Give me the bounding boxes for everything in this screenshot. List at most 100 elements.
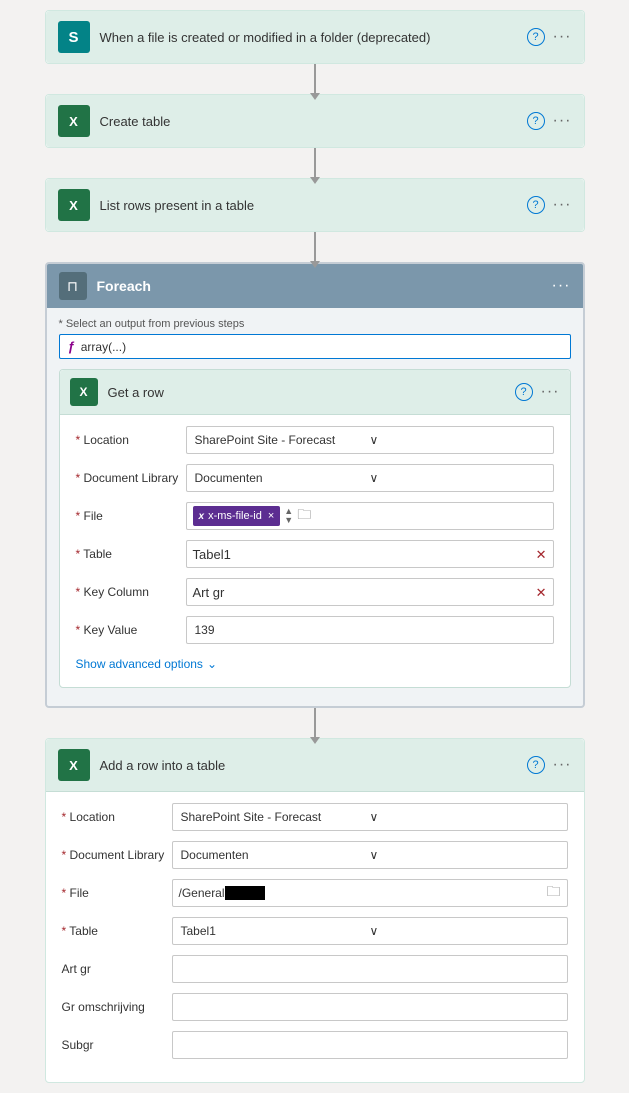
get-row-file-row: File x x-ms-file-id × ▲ ▼ 🗀: [76, 501, 554, 531]
get-row-icon: X: [70, 378, 98, 406]
add-row-doclibrary-label: Document Library: [62, 848, 172, 862]
add-row-gromschrijving-row: Gr omschrijving: [62, 992, 568, 1022]
add-row-file-value: /General: [179, 886, 265, 900]
get-row-file-input[interactable]: x x-ms-file-id × ▲ ▼ 🗀: [186, 502, 554, 530]
add-row-title: Add a row into a table: [100, 758, 527, 773]
get-row-doclibrary-dropdown[interactable]: Documenten ∨: [186, 464, 554, 492]
add-row-location-row: Location SharePoint Site - Forecast ∨: [62, 802, 568, 832]
step3-title: List rows present in a table: [100, 198, 527, 213]
foreach-select-value[interactable]: ƒ array(...): [59, 334, 571, 359]
step3-more-button[interactable]: ···: [553, 196, 572, 214]
add-row-doclibrary-value: Documenten: [181, 848, 370, 862]
connector-2: [314, 148, 316, 178]
foreach-body: * Select an output from previous steps ƒ…: [47, 318, 583, 688]
foreach-select-label: * Select an output from previous steps: [59, 318, 571, 330]
add-row-table-dropdown[interactable]: Tabel1 ∨: [172, 917, 568, 945]
foreach-more-button[interactable]: ···: [552, 277, 571, 295]
step2-actions: ? ···: [527, 112, 572, 130]
get-row-table-value: Tabel1: [193, 547, 231, 562]
step1-card: S When a file is created or modified in …: [45, 10, 585, 64]
func-icon: ƒ: [68, 339, 75, 354]
get-row-location-value: SharePoint Site - Forecast: [195, 433, 370, 447]
get-row-keycolumn-clear[interactable]: ✕: [536, 586, 547, 599]
get-row-header: X Get a row ? ···: [60, 370, 570, 415]
add-row-artgr-input[interactable]: [172, 955, 568, 983]
get-row-card: X Get a row ? ··· Location: [59, 369, 571, 688]
get-row-form: Location SharePoint Site - Forecast ∨ Do…: [60, 415, 570, 687]
step3-icon: X: [58, 189, 90, 221]
get-row-keycolumn-value: Art gr: [193, 585, 225, 600]
get-row-more-button[interactable]: ···: [541, 383, 560, 401]
get-row-table-row: Table Tabel1 ✕: [76, 539, 554, 569]
add-row-location-chevron: ∨: [370, 810, 559, 824]
get-row-table-label: Table: [76, 547, 186, 561]
add-row-table-label: Table: [62, 924, 172, 938]
get-row-doclibrary-row: Document Library Documenten ∨: [76, 463, 554, 493]
get-row-location-dropdown[interactable]: SharePoint Site - Forecast ∨: [186, 426, 554, 454]
foreach-actions: ···: [552, 277, 571, 295]
add-row-file-input[interactable]: /General 🗀: [172, 879, 568, 907]
add-row-artgr-label: Art gr: [62, 962, 172, 976]
add-row-more-button[interactable]: ···: [553, 756, 572, 774]
add-row-gromschrijving-label: Gr omschrijving: [62, 1000, 172, 1014]
connector-3: [314, 232, 316, 262]
add-row-table-value: Tabel1: [181, 924, 370, 938]
step2-help-button[interactable]: ?: [527, 112, 545, 130]
connector-4: [314, 708, 316, 738]
step1-title: When a file is created or modified in a …: [100, 30, 527, 45]
get-row-file-label: File: [76, 509, 186, 523]
step1-icon: S: [58, 21, 90, 53]
step2-card: X Create table ? ···: [45, 94, 585, 148]
step3-card: X List rows present in a table ? ···: [45, 178, 585, 232]
get-row-file-token: x x-ms-file-id ×: [193, 506, 281, 526]
foreach-title: Foreach: [97, 278, 552, 294]
get-row-keyvalue-row: Key Value: [76, 615, 554, 645]
folder-icon[interactable]: 🗀: [297, 504, 311, 528]
get-row-keyvalue-input[interactable]: [186, 616, 554, 644]
connector-1: [314, 64, 316, 94]
add-row-doclibrary-row: Document Library Documenten ∨: [62, 840, 568, 870]
add-row-doclibrary-chevron: ∨: [370, 848, 559, 862]
step3-actions: ? ···: [527, 196, 572, 214]
foreach-container: ⊓ Foreach ··· * Select an output from pr…: [45, 262, 585, 708]
add-row-file-label: File: [62, 886, 172, 900]
add-row-table-row: Table Tabel1 ∨: [62, 916, 568, 946]
add-row-table-chevron: ∨: [370, 924, 559, 938]
get-row-keyvalue-label: Key Value: [76, 623, 186, 637]
add-row-location-value: SharePoint Site - Forecast: [181, 810, 370, 824]
down-arrow-icon[interactable]: ▼: [284, 516, 293, 525]
add-row-artgr-row: Art gr: [62, 954, 568, 984]
step3-header: X List rows present in a table ? ···: [46, 179, 584, 231]
get-row-actions: ? ···: [515, 383, 560, 401]
foreach-icon: ⊓: [59, 272, 87, 300]
foreach-value: array(...): [81, 340, 126, 354]
add-row-location-label: Location: [62, 810, 172, 824]
get-row-table-clear[interactable]: ✕: [536, 548, 547, 561]
add-row-form: Location SharePoint Site - Forecast ∨ Do…: [46, 792, 584, 1082]
show-advanced-options[interactable]: Show advanced options ⌄: [76, 653, 554, 673]
show-advanced-chevron: ⌄: [207, 657, 217, 671]
add-row-location-dropdown[interactable]: SharePoint Site - Forecast ∨: [172, 803, 568, 831]
add-row-doclibrary-dropdown[interactable]: Documenten ∨: [172, 841, 568, 869]
step1-more-button[interactable]: ···: [553, 28, 572, 46]
get-row-help-button[interactable]: ?: [515, 383, 533, 401]
step3-help-button[interactable]: ?: [527, 196, 545, 214]
get-row-table-input[interactable]: Tabel1 ✕: [186, 540, 554, 568]
add-row-gromschrijving-input[interactable]: [172, 993, 568, 1021]
step1-help-button[interactable]: ?: [527, 28, 545, 46]
show-advanced-label: Show advanced options: [76, 657, 203, 671]
get-row-doclibrary-label: Document Library: [76, 471, 186, 485]
add-row-header: X Add a row into a table ? ···: [46, 739, 584, 792]
get-row-keycolumn-input[interactable]: Art gr ✕: [186, 578, 554, 606]
step2-more-button[interactable]: ···: [553, 112, 572, 130]
get-row-title: Get a row: [108, 385, 515, 400]
add-row-subgr-input[interactable]: [172, 1031, 568, 1059]
add-row-file-folder-icon[interactable]: 🗀: [547, 881, 561, 905]
foreach-header: ⊓ Foreach ···: [47, 264, 583, 308]
add-row-help-button[interactable]: ?: [527, 756, 545, 774]
add-row-subgr-label: Subgr: [62, 1038, 172, 1052]
add-row-icon: X: [58, 749, 90, 781]
get-row-file-token-remove[interactable]: ×: [268, 510, 274, 522]
get-row-location-label: Location: [76, 433, 186, 447]
get-row-file-arrows: ▲ ▼: [284, 507, 293, 525]
